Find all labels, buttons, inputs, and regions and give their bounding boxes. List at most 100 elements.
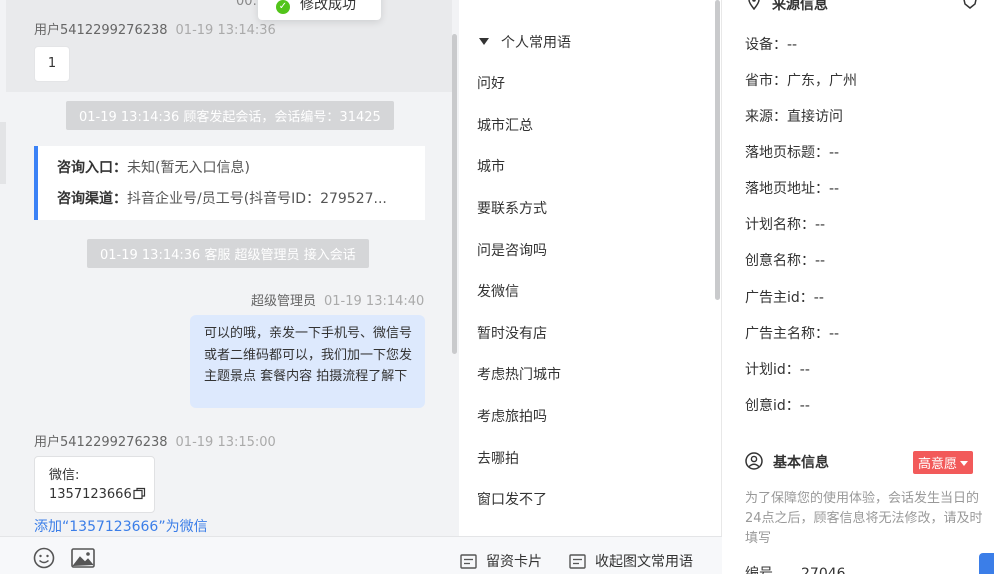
field-label: 广告主id： xyxy=(745,290,814,306)
phrase-item[interactable]: 城市 xyxy=(477,156,505,176)
caret-down-icon xyxy=(960,461,969,466)
field-label: 创意名称： xyxy=(745,253,815,269)
message-meta: 用户5412299276238 01-19 13:15:00 xyxy=(34,431,276,450)
incoming-message: 1 xyxy=(34,46,70,82)
success-toast: ✓ 修改成功 xyxy=(258,0,381,20)
field-label: 落地页标题： xyxy=(745,145,829,161)
phrase-item[interactable]: 考虑旅拍吗 xyxy=(477,406,547,426)
system-message: 01-19 13:14:36 顾客发起会话，会话编号：31425 xyxy=(66,101,394,130)
phrase-scrollbar[interactable] xyxy=(715,0,720,300)
field-value: -- xyxy=(813,290,824,306)
copy-icon[interactable] xyxy=(133,487,146,500)
field-value: -- xyxy=(815,253,826,269)
chat-scrollbar[interactable] xyxy=(452,34,457,354)
outgoing-message: 可以的哦，亲发一下手机号、微信号或者二维码都可以，我们加一下您发主题景点 套餐内… xyxy=(190,315,425,408)
info-field-creative-id: 创意id：-- xyxy=(745,395,810,415)
source-info-title: 来源信息 xyxy=(772,0,828,13)
phrase-item[interactable]: 问好 xyxy=(477,73,505,93)
field-value: -- xyxy=(787,37,798,53)
location-icon xyxy=(748,0,760,10)
consult-entry-label: 咨询入口： xyxy=(57,160,127,176)
info-field-creative-name: 创意名称：-- xyxy=(745,250,825,270)
collapse-phrases-label: 收起图文常用语 xyxy=(595,554,693,570)
info-edit-notice: 为了保障您的使用体验，会话发生当日的24点之后，顾客信息将无法修改，请及时填写 xyxy=(745,491,983,546)
consult-info-card: 咨询入口：未知(暂无入口信息) 咨询渠道：抖音企业号/员工号(抖音号ID：279… xyxy=(34,146,425,220)
info-field-plan-id: 计划id：-- xyxy=(745,359,810,379)
phrase-item[interactable]: 去哪拍 xyxy=(477,448,519,468)
wechat-card: 微信: 1357123666 xyxy=(34,456,155,513)
consult-channel-value: 抖音企业号/员工号(抖音号ID：279527... xyxy=(127,191,387,207)
field-value: -- xyxy=(799,398,810,414)
field-label: 编号 xyxy=(745,566,773,574)
field-value: 直接访问 xyxy=(787,109,843,125)
field-value: 广东，广州 xyxy=(787,73,857,89)
field-label: 创意id： xyxy=(745,398,800,414)
sender-name: 超级管理员 xyxy=(251,294,317,309)
phrase-item[interactable]: 发微信 xyxy=(477,281,519,301)
info-field-province-city: 省市：广东，广州 xyxy=(745,70,857,90)
message-time: 01-19 13:14:36 xyxy=(175,23,276,38)
phrase-item[interactable]: 城市汇总 xyxy=(477,115,533,135)
field-label: 落地页地址： xyxy=(745,181,829,197)
info-field-plan-name: 计划名称：-- xyxy=(745,214,825,234)
phrase-group-title: 个人常用语 xyxy=(501,35,571,51)
lead-card-label: 留资卡片 xyxy=(486,554,542,570)
caret-down-icon xyxy=(479,38,489,45)
sender-name: 用户5412299276238 xyxy=(34,435,168,450)
field-label: 广告主名称： xyxy=(745,326,829,342)
check-circle-icon: ✓ xyxy=(276,0,290,14)
info-field-landing-url: 落地页地址：-- xyxy=(745,178,839,198)
intent-badge-label: 高意愿 xyxy=(918,457,958,472)
toast-behind-text: 00: xyxy=(236,0,257,9)
field-label: 来源： xyxy=(745,109,787,125)
info-field-source: 来源：直接访问 xyxy=(745,106,843,126)
wechat-value-row: 1357123666 xyxy=(49,485,154,504)
wechat-value: 1357123666 xyxy=(49,487,132,502)
field-value: -- xyxy=(829,181,840,197)
intent-badge[interactable]: 高意愿 xyxy=(913,451,974,474)
consult-entry-value: 未知(暂无入口信息) xyxy=(127,160,250,176)
message-meta: 用户5412299276238 01-19 13:14:36 xyxy=(34,19,276,38)
message-icon xyxy=(569,554,586,569)
field-label: 设备： xyxy=(745,37,787,53)
phrase-item[interactable]: 要联系方式 xyxy=(477,198,547,218)
floating-action-button[interactable] xyxy=(979,553,994,574)
add-wechat-link[interactable]: 添加“1357123666”为微信 xyxy=(34,516,208,536)
info-field-landing-title: 落地页标题：-- xyxy=(745,142,839,162)
user-icon xyxy=(745,452,763,470)
chat-highlight-row xyxy=(6,0,452,92)
phrase-item[interactable]: 窗口发不了 xyxy=(477,489,547,509)
card-icon xyxy=(460,554,477,569)
shield-icon[interactable] xyxy=(961,0,979,9)
chat-input-toolbar xyxy=(0,536,459,574)
wechat-label: 微信: xyxy=(49,468,80,483)
message-meta: 超级管理员 01-19 13:14:40 xyxy=(251,290,424,309)
field-label: 计划id： xyxy=(745,362,800,378)
field-value: -- xyxy=(829,326,840,342)
phrase-item[interactable]: 考虑热门城市 xyxy=(477,364,561,384)
chat-left-edge xyxy=(0,122,6,184)
field-value: -- xyxy=(799,362,810,378)
phrase-group-header[interactable]: 个人常用语 xyxy=(479,32,571,52)
phrase-item[interactable]: 暂时没有店 xyxy=(477,323,547,343)
field-value: -- xyxy=(829,145,840,161)
field-value: -- xyxy=(815,217,826,233)
system-message: 01-19 13:14:36 客服 超级管理员 接入会话 xyxy=(87,239,369,268)
lead-card-button[interactable]: 留资卡片 xyxy=(460,551,542,571)
info-field-device: 设备：-- xyxy=(745,34,797,54)
field-label: 省市： xyxy=(745,73,787,89)
consult-channel-row: 咨询渠道：抖音企业号/员工号(抖音号ID：279527... xyxy=(57,188,412,219)
field-value: 27046 xyxy=(801,566,846,574)
sender-name: 用户5412299276238 xyxy=(34,23,168,38)
basic-info-title: 基本信息 xyxy=(773,455,829,471)
collapse-phrases-button[interactable]: 收起图文常用语 xyxy=(569,551,693,571)
image-icon[interactable] xyxy=(71,548,95,568)
emoji-icon[interactable] xyxy=(33,547,55,569)
consult-entry-row: 咨询入口：未知(暂无入口信息) xyxy=(57,157,412,188)
toast-text: 修改成功 xyxy=(300,0,356,13)
consult-channel-label: 咨询渠道： xyxy=(57,191,127,207)
phrase-item[interactable]: 问是咨询吗 xyxy=(477,240,547,260)
info-field-advertiser-id: 广告主id：-- xyxy=(745,287,824,307)
message-time: 01-19 13:14:40 xyxy=(324,294,425,309)
message-time: 01-19 13:15:00 xyxy=(175,435,276,450)
